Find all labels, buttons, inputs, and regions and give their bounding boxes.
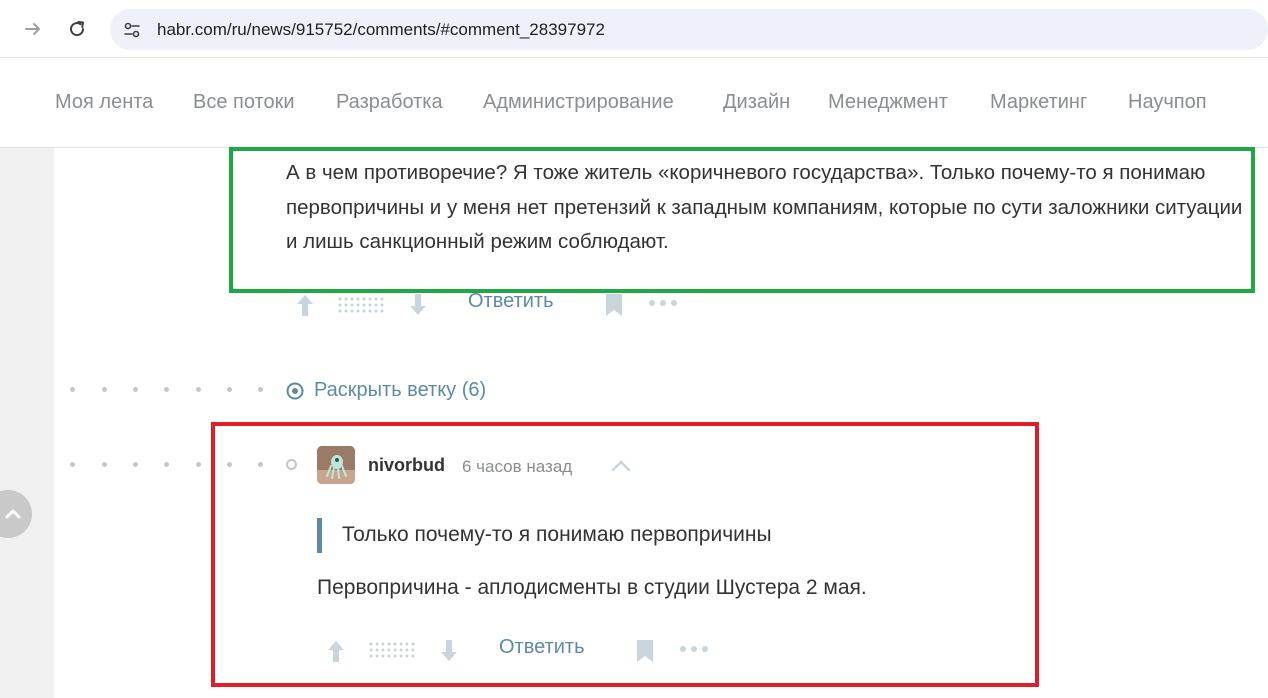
- nav-development[interactable]: Разработка: [336, 91, 443, 114]
- address-bar[interactable]: habr.com/ru/news/915752/comments/#commen…: [110, 9, 1268, 50]
- rating-placeholder: [337, 296, 385, 314]
- habr-nav: Моя лента Все потоки Разработка Админист…: [0, 58, 1268, 148]
- left-gutter: [0, 148, 54, 698]
- browser-toolbar: habr.com/ru/news/915752/comments/#commen…: [0, 0, 1268, 58]
- arrow-up-icon[interactable]: [294, 292, 316, 318]
- url-text: habr.com/ru/news/915752/comments/#commen…: [157, 20, 605, 39]
- reply-button[interactable]: Ответить: [468, 290, 554, 313]
- nav-popsci[interactable]: Научпоп: [1128, 91, 1207, 114]
- reload-icon: [70, 21, 85, 37]
- nav-all-streams[interactable]: Все потоки: [193, 91, 295, 114]
- reload-button[interactable]: [62, 14, 92, 44]
- nav-administration[interactable]: Администрирование: [483, 91, 674, 114]
- highlight-frame-green: [229, 147, 1255, 293]
- forward-button[interactable]: [18, 14, 48, 44]
- target-icon: [286, 382, 304, 399]
- tune-icon[interactable]: [122, 20, 142, 40]
- nav-marketing[interactable]: Маркетинг: [990, 91, 1087, 114]
- arrow-down-icon[interactable]: [407, 292, 429, 318]
- more-icon[interactable]: [648, 298, 678, 308]
- arrow-right-icon: [25, 23, 40, 35]
- nav-management[interactable]: Менеджмент: [828, 91, 948, 114]
- highlight-frame-red: [211, 422, 1039, 687]
- nav-my-feed[interactable]: Моя лента: [55, 91, 153, 114]
- nav-design[interactable]: Дизайн: [723, 91, 790, 114]
- bookmark-icon[interactable]: [603, 292, 625, 318]
- chevron-up-icon: [5, 509, 21, 519]
- expand-thread-button[interactable]: Раскрыть ветку (6): [286, 379, 486, 402]
- expand-thread-label: Раскрыть ветку (6): [314, 379, 487, 401]
